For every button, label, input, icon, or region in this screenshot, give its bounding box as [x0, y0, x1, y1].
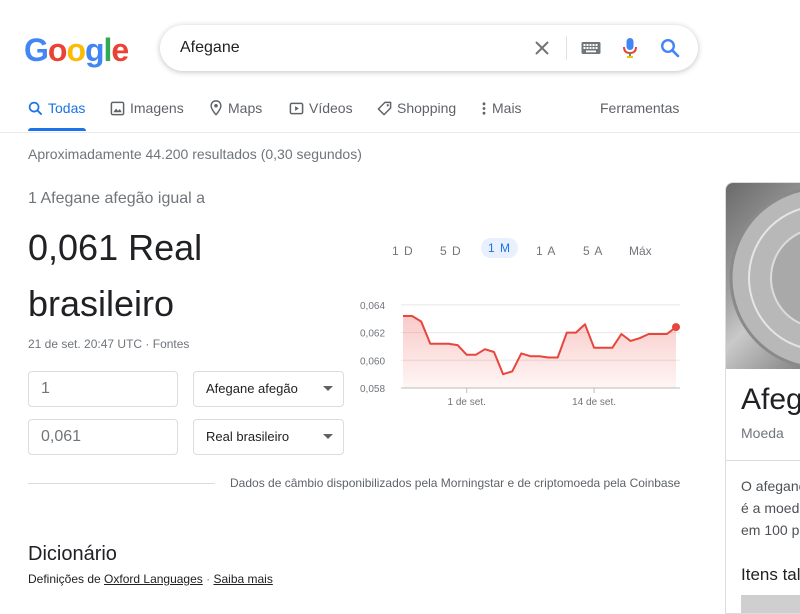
- search-divider: [566, 36, 567, 60]
- amount-from-input[interactable]: 1: [28, 371, 178, 407]
- tab-maps[interactable]: Maps: [209, 100, 262, 116]
- y-tick-label: 0,064: [360, 301, 385, 312]
- microphone-icon[interactable]: [619, 25, 641, 71]
- tag-icon: [377, 101, 392, 115]
- tab-label: Vídeos: [309, 100, 353, 116]
- kp-desc-line: O afegane: [741, 478, 800, 494]
- data-disclaimer: Dados de câmbio disponibilizados pela Mo…: [230, 476, 681, 490]
- learn-more-link[interactable]: Saiba mais: [213, 572, 272, 586]
- oxford-link[interactable]: Oxford Languages: [104, 572, 203, 586]
- range-1a[interactable]: 1 A: [536, 244, 556, 258]
- kp-item-thumbnail[interactable]: [741, 595, 800, 613]
- search-box: [160, 25, 698, 71]
- search-icon[interactable]: [658, 25, 682, 71]
- kp-items-heading: Itens tal: [741, 565, 800, 584]
- range-1d[interactable]: 1 D: [392, 244, 414, 258]
- x-tick-label: 1 de set.: [448, 397, 486, 408]
- tools-button[interactable]: Ferramentas: [600, 100, 679, 116]
- range-1m-label: 1 M: [481, 238, 519, 258]
- image-icon: [110, 101, 125, 115]
- tab-videos[interactable]: Vídeos: [289, 100, 353, 116]
- kp-subtitle: Moeda: [741, 425, 784, 441]
- kp-divider: [726, 460, 800, 461]
- knowledge-panel: Afegane Moeda O afegane é a moeda em 100…: [725, 182, 800, 614]
- converter-title: 1 Afegane afegão igual a: [28, 190, 206, 207]
- exchange-rate-chart[interactable]: 0,064 0,062 0,060 0,058 1 de set. 14 de set.: [358, 288, 688, 413]
- date-separator: ·: [142, 337, 153, 351]
- tab-imagens[interactable]: Imagens: [110, 100, 184, 116]
- dictionary-heading: Dicionário: [28, 543, 117, 565]
- search-input[interactable]: [180, 39, 500, 57]
- range-max[interactable]: Máx: [629, 244, 652, 258]
- kp-description: O afegane é a moeda em 100 p: [741, 475, 800, 541]
- chart-area: [403, 316, 676, 388]
- logo-letter: G: [24, 32, 49, 68]
- tab-todas[interactable]: Todas: [28, 100, 85, 116]
- kp-desc-line: em 100 p: [741, 522, 800, 538]
- converter-result-line1: 0,061 Real: [28, 227, 203, 268]
- x-tick-label: 14 de set.: [572, 397, 616, 408]
- chart-last-point: [672, 323, 680, 332]
- google-logo[interactable]: Google: [24, 32, 129, 68]
- logo-letter: e: [111, 32, 129, 68]
- y-tick-label: 0,058: [360, 384, 385, 395]
- tab-shopping[interactable]: Shopping: [377, 100, 456, 116]
- range-1m[interactable]: 1 M: [481, 238, 519, 258]
- y-tick-label: 0,062: [360, 329, 385, 340]
- logo-letter: o: [66, 32, 86, 68]
- sources-link[interactable]: Fontes: [153, 337, 190, 351]
- y-tick-label: 0,060: [360, 356, 385, 367]
- keyboard-icon[interactable]: [578, 25, 604, 71]
- dropdown-arrow-icon: [323, 434, 333, 439]
- tab-label: Maps: [228, 100, 263, 116]
- search-tabs: Todas Imagens Maps Vídeos Shopping Mais …: [0, 94, 800, 133]
- tab-label: Shopping: [397, 100, 457, 116]
- kp-title: Afegane: [741, 383, 800, 416]
- tab-label: Mais: [492, 100, 522, 116]
- result-stats: Aproximadamente 44.200 resultados (0,30 …: [28, 146, 362, 162]
- map-pin-icon: [210, 100, 222, 116]
- tools-label: Ferramentas: [600, 100, 680, 116]
- logo-letter: g: [84, 32, 105, 68]
- disclaimer-divider: [28, 483, 215, 484]
- rate-timestamp: 21 de set. 20:47 UTC: [28, 337, 143, 351]
- kp-desc-line: é a moeda: [741, 500, 800, 516]
- video-icon: [289, 102, 304, 114]
- dictionary-separator: ·: [202, 572, 214, 586]
- tab-label: Todas: [48, 100, 86, 116]
- converter-result-line2: brasileiro: [28, 283, 175, 324]
- dictionary-source: Definições de Oxford Languages · Saiba m…: [28, 572, 273, 586]
- coin-image[interactable]: [726, 183, 800, 369]
- logo-letter: o: [47, 32, 68, 68]
- more-vert-icon: [482, 101, 486, 115]
- converter-date: 21 de set. 20:47 UTC · Fontes: [28, 337, 189, 351]
- amount-to-input[interactable]: 0,061: [28, 419, 178, 455]
- currency-from-value: Afegane afegão: [206, 381, 298, 396]
- tab-label: Imagens: [130, 100, 184, 116]
- dictionary-prefix: Definições de: [28, 572, 105, 586]
- dropdown-arrow-icon: [323, 386, 333, 391]
- converter-result: 0,061 Real brasileiro: [28, 220, 328, 332]
- tab-mais[interactable]: Mais: [481, 100, 522, 116]
- currency-to-value: Real brasileiro: [206, 429, 290, 444]
- currency-to-select[interactable]: Real brasileiro: [193, 419, 344, 455]
- currency-from-select[interactable]: Afegane afegão: [193, 371, 344, 407]
- active-tab-indicator: [28, 128, 86, 131]
- search-icon: [28, 101, 43, 115]
- range-5a[interactable]: 5 A: [583, 244, 603, 258]
- clear-icon[interactable]: [526, 25, 558, 71]
- range-5d[interactable]: 5 D: [440, 244, 462, 258]
